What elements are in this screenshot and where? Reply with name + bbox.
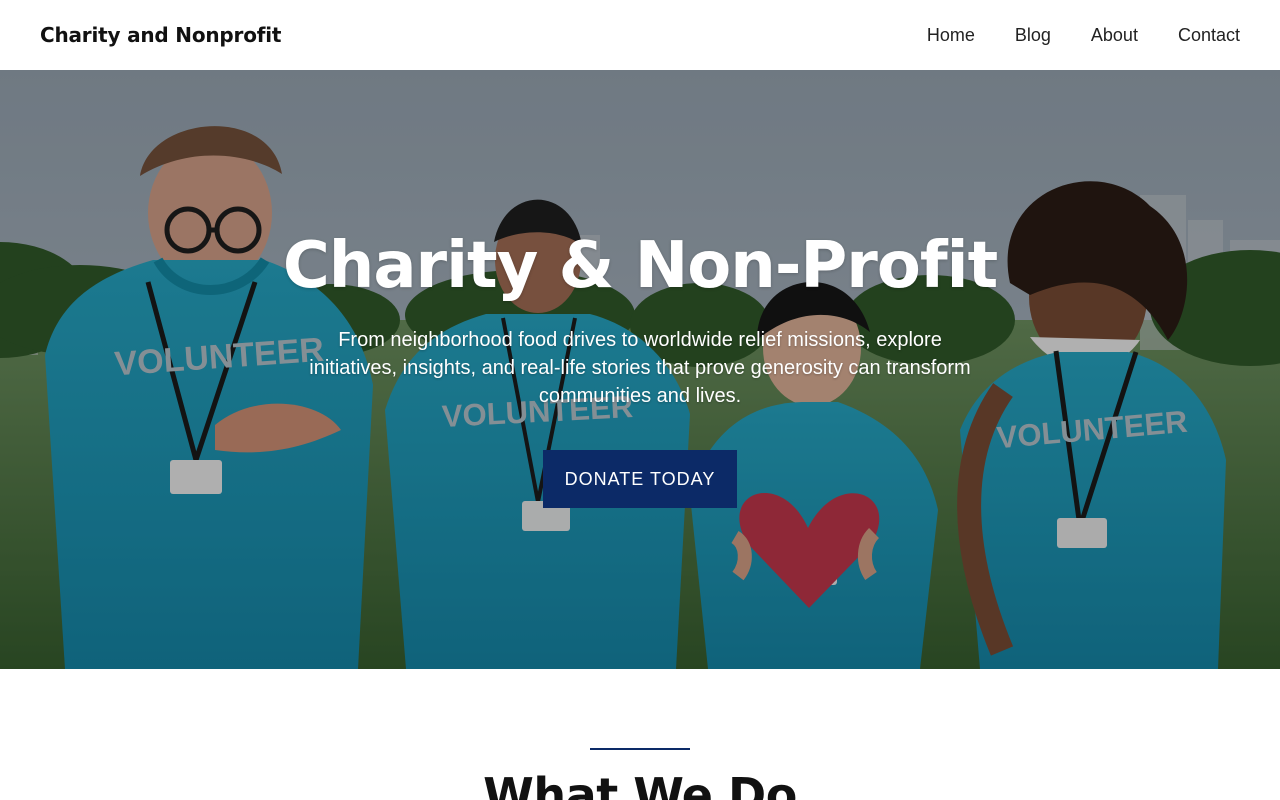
- nav-link-contact[interactable]: Contact: [1178, 25, 1240, 46]
- site-title-link[interactable]: Charity and Nonprofit: [40, 23, 281, 47]
- donate-today-button[interactable]: DONATE TODAY: [543, 450, 737, 508]
- hero-content: Charity & Non-Profit From neighborhood f…: [280, 226, 1000, 508]
- what-we-do-section: What We Do: [0, 669, 1280, 800]
- what-we-do-heading: What We Do: [483, 768, 797, 800]
- hero-description: From neighborhood food drives to worldwi…: [309, 329, 971, 407]
- hero-section: VOLUNTEER VOLUNTEER VOLUNTEER Charity & …: [0, 70, 1280, 669]
- nav-link-about[interactable]: About: [1091, 25, 1138, 46]
- section-title-divider: [590, 748, 690, 750]
- hero-title: Charity & Non-Profit: [282, 229, 998, 303]
- site-header: Charity and Nonprofit Home Blog About Co…: [0, 0, 1280, 70]
- main-navigation: Home Blog About Contact: [927, 25, 1240, 46]
- nav-link-home[interactable]: Home: [927, 25, 975, 46]
- nav-link-blog[interactable]: Blog: [1015, 25, 1051, 46]
